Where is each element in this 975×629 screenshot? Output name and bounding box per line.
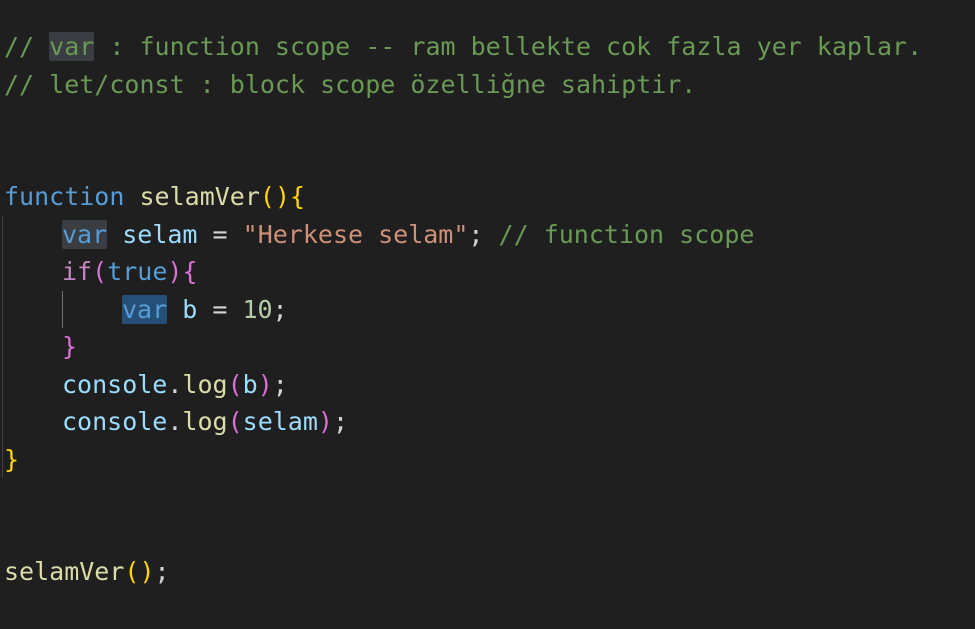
code-line-log-1: console.log(b); [0, 366, 975, 404]
var-eq: = [197, 219, 243, 249]
code-line-function-decl: function selamVer(){ [0, 178, 975, 216]
log2-close-paren: ) [317, 407, 333, 436]
log2-method: log [182, 407, 228, 436]
code-line-if-close: } [0, 328, 975, 366]
log1-close-paren: ) [257, 369, 273, 399]
code-line-if: if(true){ [0, 253, 975, 291]
code-line-comment-1: // var : function scope -- ram bellekte … [0, 28, 975, 66]
log2-object: console [62, 407, 168, 436]
log2-dot: . [167, 407, 183, 436]
log2-arg: selam [242, 407, 318, 436]
var-keyword: var [62, 219, 108, 249]
function-close-brace: } [4, 444, 20, 474]
inner-number: 10 [242, 294, 273, 324]
call-name: selamVer [4, 557, 125, 586]
code-line-blank-2 [0, 141, 975, 179]
if-close-brace: } [62, 332, 78, 361]
comment-slashes: // [4, 32, 50, 61]
comment-highlight-var: var [49, 32, 95, 61]
comment-text-2: // let/const : block scope özelliğne sah… [4, 69, 697, 99]
inner-var-name: b [182, 294, 198, 324]
var-name: selam [122, 219, 198, 249]
code-line-blank-4 [0, 516, 975, 554]
function-close-paren: ) [274, 182, 291, 211]
log2-semi: ; [332, 407, 349, 436]
comment-text: : function scope -- ram bellekte cok faz… [94, 32, 923, 61]
code-line-inner-decl: var b = 10; [0, 290, 975, 328]
call-semi: ; [154, 557, 170, 586]
log1-dot: . [167, 369, 183, 399]
function-name: selamVer [139, 182, 260, 211]
code-line-comment-2: // let/const : block scope özelliğne sah… [0, 66, 975, 104]
code-line-var-decl: var selam = "Herkese selam"; // function… [0, 216, 975, 254]
var-comment: // function scope [498, 219, 755, 249]
code-line-call: selamVer(); [0, 553, 975, 591]
var-string: "Herkese selam" [242, 219, 469, 249]
log1-method: log [182, 369, 228, 399]
function-open-paren: ( [259, 182, 275, 211]
if-open-brace: { [182, 257, 198, 286]
code-line-function-close: } [0, 441, 975, 479]
if-keyword: if [62, 257, 93, 286]
function-open-brace: { [290, 182, 306, 211]
indent-guide-function [2, 215, 3, 478]
log1-open-paren: ( [227, 369, 243, 399]
log2-open-paren: ( [227, 407, 243, 436]
indent-guide-active [62, 290, 63, 328]
code-line-log-2: console.log(selam); [0, 403, 975, 441]
if-condition: true [107, 257, 168, 286]
log1-object: console [62, 369, 168, 399]
inner-var-keyword: var [122, 294, 168, 324]
code-editor[interactable]: // var : function scope -- ram bellekte … [0, 28, 975, 591]
code-line-blank-3 [0, 478, 975, 516]
log1-semi: ; [272, 369, 288, 399]
inner-eq: = [197, 294, 243, 324]
var-semi: ; [468, 219, 484, 249]
call-parens: () [124, 557, 155, 586]
log1-arg: b [242, 369, 258, 399]
if-close-paren: ) [167, 257, 183, 286]
if-open-paren: ( [92, 257, 108, 286]
inner-semi: ; [272, 294, 288, 324]
code-line-blank-1 [0, 103, 975, 141]
function-keyword: function [4, 182, 125, 211]
